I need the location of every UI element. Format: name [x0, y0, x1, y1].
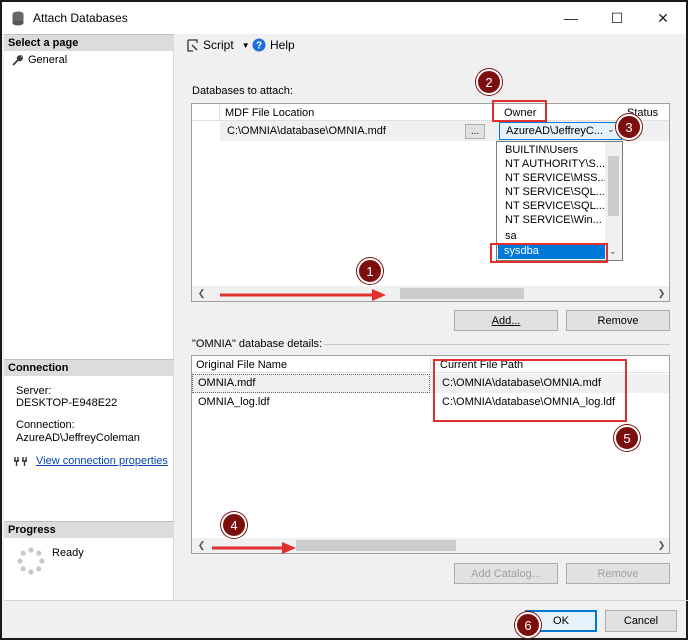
attach-databases-dialog: Attach Databases — ☐ ✕ Select a page Gen… — [0, 0, 688, 640]
toolbar: Script ▼ ? Help — [176, 34, 686, 58]
callout-4: 4 — [221, 512, 247, 538]
help-icon: ? — [252, 38, 266, 52]
scroll-right-icon[interactable]: ❯ — [654, 286, 669, 301]
owner-option[interactable]: NT SERVICE\Win... — [505, 214, 602, 226]
connection-header: Connection — [4, 359, 174, 376]
callout-1: 1 — [357, 258, 383, 284]
owner-option[interactable]: sa — [505, 230, 517, 242]
progress-spinner-icon — [17, 547, 45, 575]
column-original-file-name[interactable]: Original File Name — [196, 359, 287, 371]
maximize-icon: ☐ — [610, 9, 624, 26]
progress-status: Ready — [52, 547, 84, 559]
remove-button[interactable]: Remove — [566, 310, 670, 331]
script-button[interactable]: Script ▼ — [186, 38, 250, 52]
chevron-down-icon: ⌄ — [607, 124, 615, 134]
original-file-name-cell: OMNIA_log.ldf — [198, 396, 270, 408]
window-title: Attach Databases — [33, 11, 128, 25]
maximize-button[interactable]: ☐ — [594, 2, 640, 34]
connection-plug-icon — [14, 457, 27, 466]
server-label: Server: — [16, 385, 52, 397]
progress-header: Progress — [4, 521, 174, 538]
connection-value: AzureAD\JeffreyColeman — [16, 432, 140, 444]
callout-6: 6 — [515, 612, 541, 638]
scroll-down-icon[interactable]: ⌄ — [609, 246, 617, 257]
owner-combobox[interactable]: AzureAD\JeffreyC... ⌄ — [499, 122, 622, 140]
callout-2: 2 — [476, 69, 502, 95]
owner-value: AzureAD\JeffreyC... — [506, 125, 603, 137]
original-file-name-cell: OMNIA.mdf — [198, 377, 256, 389]
details-remove-button[interactable]: Remove — [566, 563, 670, 584]
script-label: Script — [203, 38, 234, 52]
file-path-highlight-box — [433, 359, 627, 422]
scroll-thumb[interactable] — [608, 156, 619, 216]
browse-button[interactable]: ... — [465, 124, 485, 139]
red-arrow-icon — [220, 289, 386, 301]
callout-5: 5 — [614, 425, 640, 451]
callout-3: 3 — [616, 114, 642, 140]
script-icon — [187, 38, 198, 52]
owner-option[interactable]: NT AUTHORITY\S... — [505, 158, 605, 170]
scroll-left-icon[interactable]: ❮ — [194, 286, 209, 301]
add-catalog-button[interactable]: Add Catalog... — [454, 563, 558, 584]
add-button[interactable]: Add... — [454, 310, 558, 331]
scroll-thumb[interactable] — [400, 288, 524, 299]
help-button[interactable]: ? Help — [252, 38, 295, 52]
server-value: DESKTOP-E948E22 — [16, 397, 118, 409]
sysdba-highlight-box — [490, 243, 608, 263]
select-page-header: Select a page — [4, 34, 174, 51]
scroll-left-icon[interactable]: ❮ — [194, 538, 209, 553]
connection-label: Connection: — [16, 419, 75, 431]
minimize-icon: — — [564, 10, 578, 26]
column-divider — [219, 104, 220, 121]
footer-divider — [4, 600, 688, 601]
owner-option[interactable]: NT SERVICE\SQL... — [505, 186, 605, 198]
view-connection-properties[interactable]: View connection properties — [14, 455, 168, 467]
owner-option[interactable]: NT SERVICE\MSS... — [505, 172, 607, 184]
database-details-label: "OMNIA" database details: — [192, 338, 323, 350]
owner-highlight-box — [492, 100, 547, 122]
title-bar: Attach Databases — ☐ ✕ — [2, 2, 686, 34]
left-pane: Select a page General Connection Server:… — [4, 34, 174, 600]
red-arrow-icon — [212, 542, 296, 554]
owner-option[interactable]: NT SERVICE\SQL... — [505, 200, 605, 212]
chevron-down-icon: ▼ — [241, 40, 250, 50]
close-icon: ✕ — [657, 9, 669, 26]
view-connection-properties-link[interactable]: View connection properties — [36, 455, 168, 467]
mdf-path-cell: C:\OMNIA\database\OMNIA.mdf — [227, 125, 386, 137]
page-item-label: General — [28, 54, 68, 66]
column-mdf-file-location[interactable]: MDF File Location — [225, 107, 314, 119]
databases-to-attach-label: Databases to attach: — [192, 85, 293, 97]
scroll-thumb[interactable] — [296, 540, 456, 551]
column-divider — [430, 356, 431, 373]
owner-option[interactable]: BUILTIN\Users — [505, 144, 578, 156]
minimize-button[interactable]: — — [548, 2, 594, 34]
database-icon — [12, 11, 24, 26]
wrench-icon — [12, 54, 23, 66]
close-button[interactable]: ✕ — [640, 2, 686, 34]
help-label: Help — [270, 38, 295, 52]
cancel-button[interactable]: Cancel — [605, 610, 677, 632]
section-divider — [324, 344, 670, 345]
scroll-right-icon[interactable]: ❯ — [654, 538, 669, 553]
svg-text:?: ? — [256, 41, 262, 52]
page-item-general[interactable]: General — [12, 54, 67, 66]
